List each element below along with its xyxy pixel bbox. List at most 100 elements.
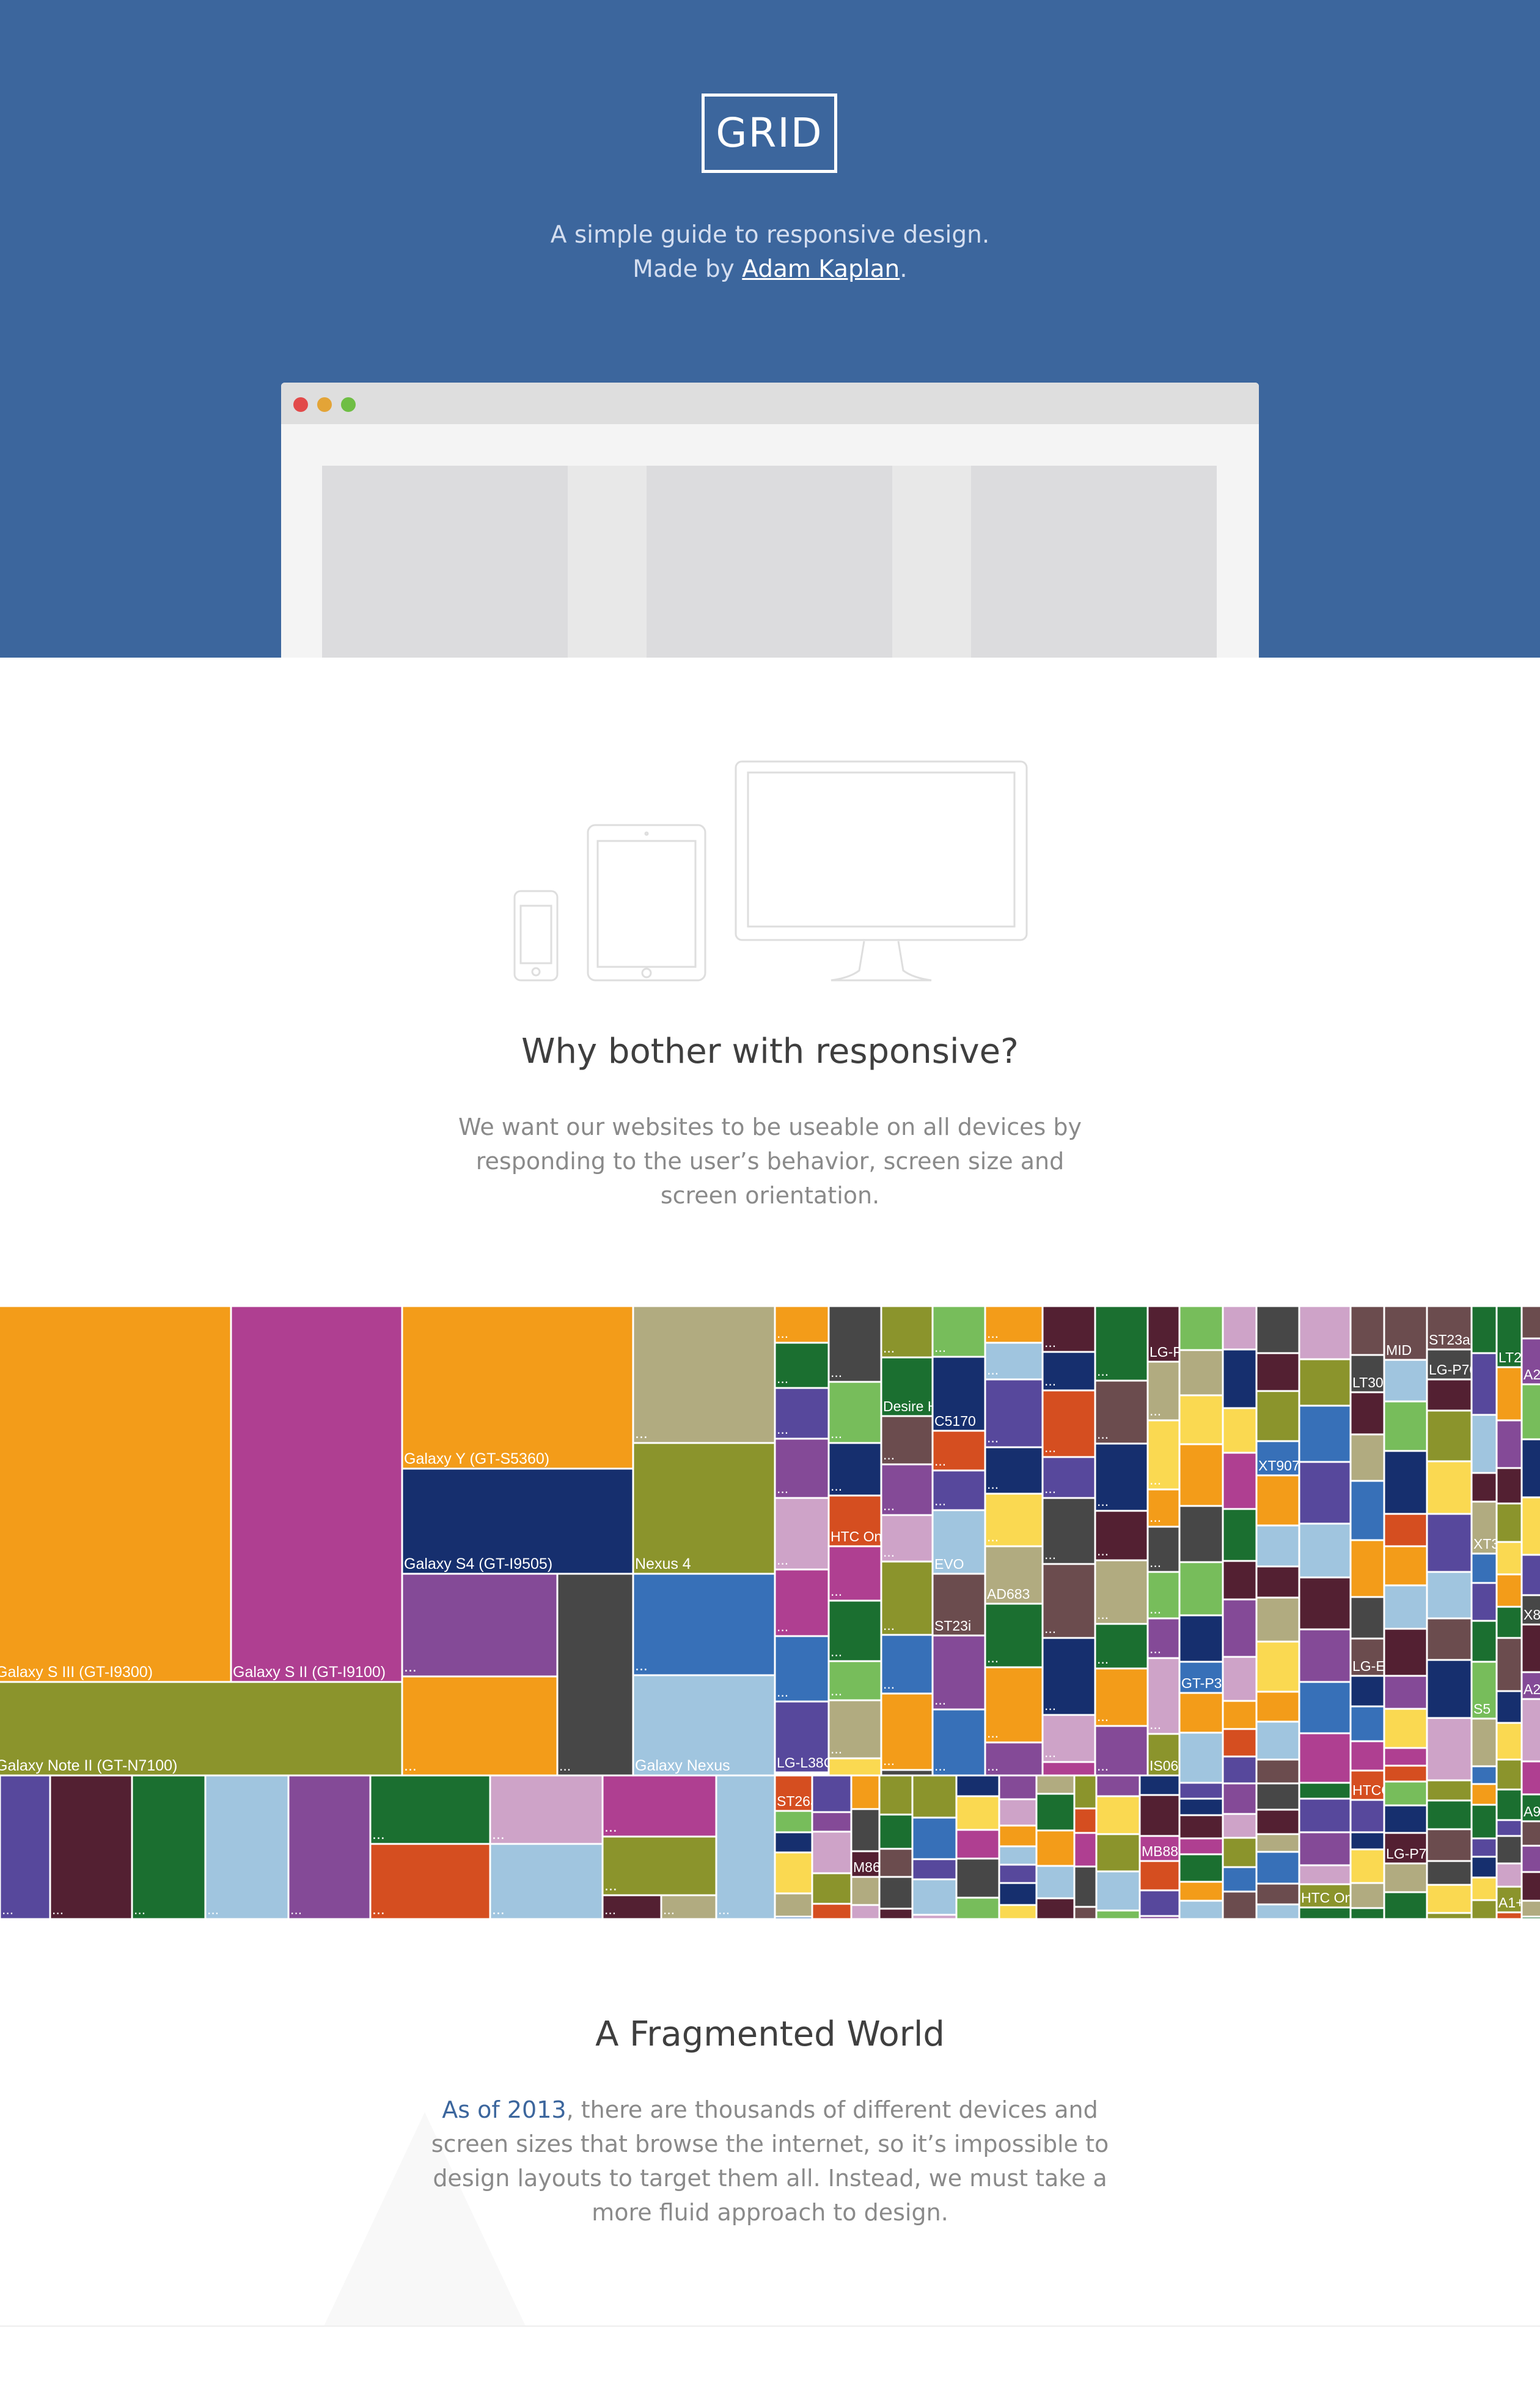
treemap-cell (1495, 1637, 1523, 1692)
treemap-cell (489, 1843, 604, 1919)
maximize-dot-icon (341, 397, 356, 412)
treemap-cell (1035, 1865, 1076, 1900)
grid-column (322, 466, 568, 658)
treemap-label: ... (1044, 1546, 1056, 1562)
treemap-label: ... (1097, 1493, 1109, 1509)
treemap-cell (401, 1306, 634, 1470)
treemap-cell (1298, 1681, 1352, 1734)
treemap-cell (1255, 1782, 1300, 1811)
treemap-cell (1298, 1306, 1352, 1360)
treemap-cell (998, 1882, 1038, 1906)
treemap-cell (1383, 1400, 1428, 1452)
treemap-cell (1222, 1656, 1258, 1702)
treemap-cell (1470, 1899, 1498, 1919)
treemap-cell (1035, 1829, 1076, 1867)
treemap-cell (1073, 1865, 1098, 1908)
treemap-cell (850, 1876, 881, 1906)
treemap-cell (1426, 1378, 1473, 1412)
treemap-cell (1426, 1659, 1473, 1719)
treemap-cell (1073, 1906, 1098, 1919)
treemap-cell (1178, 1731, 1224, 1784)
treemap-label: IS06 (1150, 1758, 1178, 1774)
treemap-label: ... (934, 1453, 946, 1469)
treemap-label: ... (831, 1364, 842, 1380)
section-divider (0, 2325, 1540, 2327)
treemap-label: ... (404, 1658, 417, 1675)
treemap-cell (1222, 1782, 1258, 1815)
treemap-cell (1178, 1814, 1224, 1840)
treemap-cell (1520, 1871, 1540, 1902)
treemap-cell (1298, 1732, 1352, 1784)
treemap-label: ... (1097, 1426, 1109, 1442)
treemap-label: ... (1150, 1509, 1161, 1525)
treemap-label: ... (290, 1901, 302, 1917)
treemap-cell (1495, 1862, 1523, 1888)
treemap-label: ... (1044, 1439, 1056, 1455)
treemap-label: ST23i (934, 1618, 971, 1634)
made-by-line: Made by Adam Kaplan. (0, 255, 1540, 283)
treemap-label: ... (635, 1425, 648, 1442)
treemap-cell (1383, 1584, 1428, 1630)
treemap-cell (1495, 1835, 1523, 1865)
treemap-cell (1383, 1359, 1428, 1403)
treemap-cell (811, 1774, 853, 1813)
treemap-cell (1495, 1366, 1523, 1422)
treemap-cell (774, 1831, 813, 1854)
author-link[interactable]: Adam Kaplan (742, 255, 900, 283)
treemap-cell (1222, 1890, 1258, 1919)
as-of-2013-link[interactable]: As of 2013 (442, 2096, 566, 2123)
treemap-label: ... (663, 1901, 675, 1917)
treemap-label: ... (777, 1618, 788, 1634)
treemap-cell (369, 1774, 491, 1845)
treemap-cell (1426, 1513, 1473, 1573)
treemap-cell (1495, 1606, 1523, 1639)
treemap-label: ... (831, 1741, 842, 1756)
treemap-cell (1255, 1474, 1300, 1527)
treemap-cell (1495, 1541, 1523, 1576)
treemap-label: Galaxy S III (GT-I9300) (0, 1664, 153, 1681)
treemap-label: ... (777, 1552, 788, 1568)
treemap-cell (632, 1442, 776, 1575)
treemap-cell (1520, 1554, 1540, 1596)
treemap-cell (911, 1774, 958, 1819)
treemap-cell (955, 1857, 1000, 1899)
treemap-cell (955, 1774, 1000, 1797)
treemap-cell (1349, 1831, 1385, 1851)
treemap-cell (1298, 1628, 1352, 1683)
treemap-cell (1383, 1513, 1428, 1547)
device-treemap: Galaxy S III (GT-I9300) Galaxy S II (GT-I… (0, 1306, 1540, 1919)
treemap-cell (1349, 1705, 1385, 1742)
hero-section: GRID A simple guide to responsive design… (0, 0, 1540, 658)
treemap-cell (1349, 1907, 1385, 1919)
treemap-cell (1298, 1906, 1352, 1919)
treemap-cell (1222, 1508, 1258, 1562)
treemap-cell (955, 1896, 1000, 1919)
treemap-cell (1222, 1560, 1258, 1601)
treemap-label: ... (987, 1725, 999, 1741)
treemap-label: ... (1044, 1373, 1056, 1389)
treemap-label: ... (883, 1544, 895, 1560)
treemap-cell (601, 1774, 717, 1838)
treemap-cell (601, 1835, 717, 1896)
treemap-cell (1470, 1472, 1498, 1503)
treemap-label: ... (372, 1826, 385, 1843)
treemap-label: ... (134, 1901, 145, 1917)
treemap-cell (1222, 1700, 1258, 1730)
treemap-label: ... (883, 1447, 895, 1463)
treemap-label: ... (404, 1757, 417, 1774)
treemap-label: ... (1044, 1480, 1056, 1496)
treemap-label: ... (831, 1478, 842, 1494)
treemap-cell (1349, 1740, 1385, 1772)
treemap-cell (1095, 1909, 1141, 1919)
treemap-cell (0, 1774, 51, 1919)
treemap-cell (998, 1774, 1038, 1801)
treemap-cell (998, 1863, 1038, 1884)
treemap-cell (955, 1795, 1000, 1831)
treemap-cell (911, 1878, 958, 1916)
treemap-label: EVO (934, 1556, 964, 1572)
treemap-cell (1426, 1799, 1473, 1830)
treemap-label: ... (1097, 1606, 1109, 1622)
treemap-cell (1495, 1419, 1523, 1469)
treemap-cell (1073, 1832, 1098, 1868)
treemap-cell (1383, 1804, 1428, 1834)
